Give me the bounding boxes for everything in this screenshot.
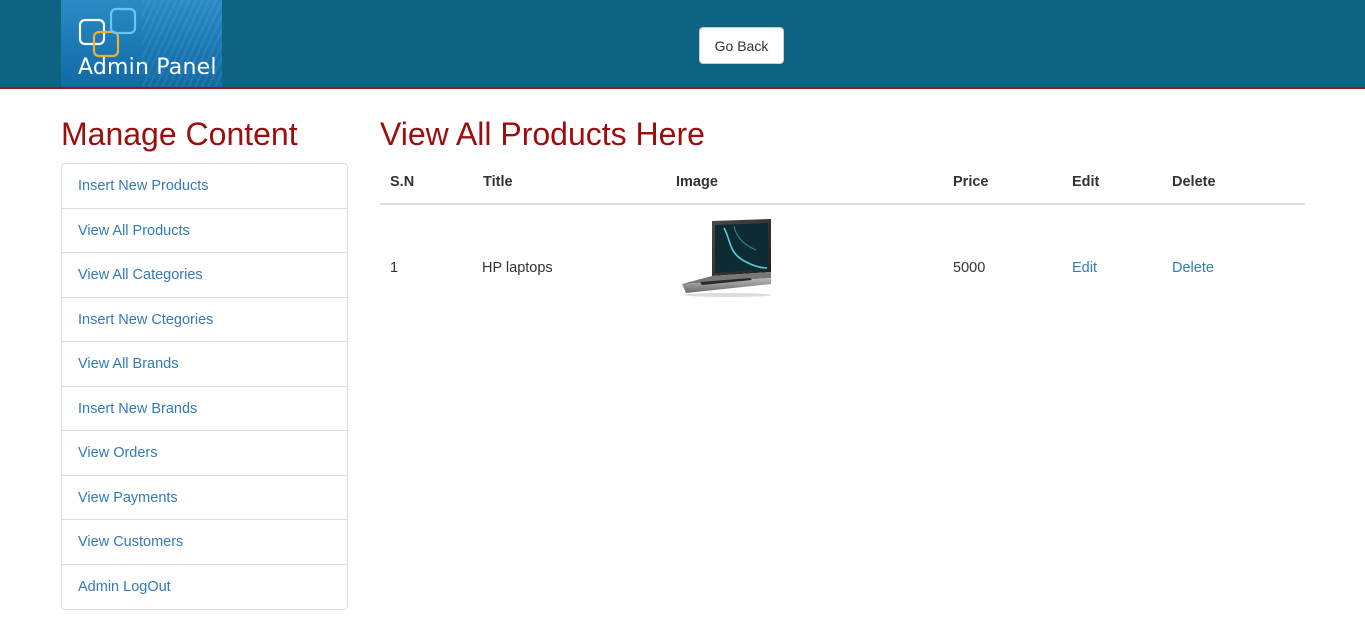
sidebar-item-view-customers[interactable]: View Customers [62, 520, 347, 565]
sidebar-menu: Insert New Products View All Products Vi… [61, 163, 348, 610]
edit-link[interactable]: Edit [1072, 260, 1097, 276]
page-title: View All Products Here [380, 116, 705, 152]
sidebar-title: Manage Content [61, 116, 298, 152]
go-back-button[interactable]: Go Back [699, 27, 784, 64]
delete-link[interactable]: Delete [1172, 260, 1214, 276]
laptop-image-icon [682, 219, 772, 297]
products-table: S.N Title Image Price Edit Delete 1 HP l… [380, 163, 1305, 297]
cell-sn: 1 [390, 260, 399, 276]
logo-text: Admin Panel [78, 55, 217, 80]
sidebar-item-admin-logout[interactable]: Admin LogOut [62, 565, 347, 610]
sidebar-item-view-payments[interactable]: View Payments [62, 476, 347, 520]
sidebar-item-insert-new-products[interactable]: Insert New Products [62, 164, 347, 209]
sidebar-item-view-all-brands[interactable]: View All Brands [62, 342, 347, 387]
cell-title: HP laptops [482, 260, 553, 276]
sidebar-item-insert-new-categories[interactable]: Insert New Ctegories [62, 298, 347, 342]
sidebar-item-insert-new-brands[interactable]: Insert New Brands [62, 387, 347, 431]
sidebar-item-view-all-categories[interactable]: View All Categories [62, 253, 347, 298]
table-row: 1 HP laptops 5000 Edit Delete [380, 163, 1305, 297]
cell-price: 5000 [953, 260, 986, 276]
admin-panel-logo[interactable]: Admin Panel [61, 0, 222, 87]
sidebar-item-view-all-products[interactable]: View All Products [62, 209, 347, 253]
logo-squares-icon [78, 7, 137, 58]
sidebar-item-view-orders[interactable]: View Orders [62, 431, 347, 476]
top-header: Admin Panel Go Back [0, 0, 1365, 89]
